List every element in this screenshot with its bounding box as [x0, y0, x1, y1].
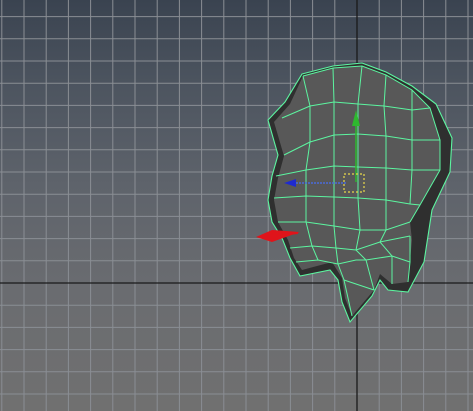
3d-viewport[interactable]	[0, 0, 473, 411]
viewport-canvas[interactable]	[0, 0, 473, 411]
